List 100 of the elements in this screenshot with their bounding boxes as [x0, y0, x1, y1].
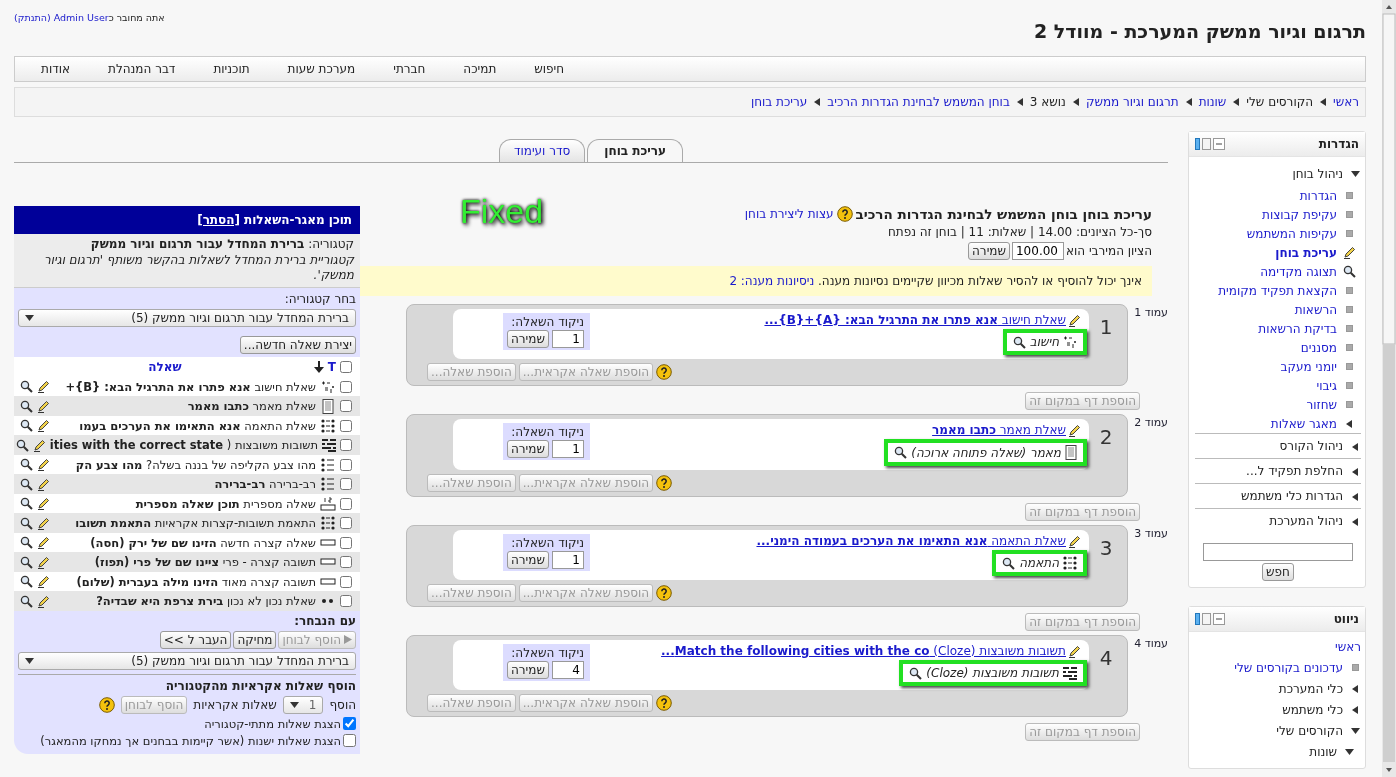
pencil-icon[interactable] — [37, 477, 50, 491]
checkbox[interactable] — [343, 734, 356, 748]
attempts-link[interactable]: ניסיונות מענה: 2 — [729, 274, 815, 288]
logout-link[interactable]: (התנתק) — [14, 12, 51, 23]
scrollbar[interactable] — [1382, 0, 1396, 777]
tree-item[interactable]: עקיפת קבוצות — [1262, 207, 1337, 222]
breadcrumb-link[interactable]: ראשי — [1333, 95, 1359, 109]
preview-icon[interactable] — [20, 458, 33, 472]
menu-item[interactable]: חיפוש — [516, 62, 585, 76]
preview-icon[interactable] — [894, 446, 908, 459]
pencil-icon[interactable] — [37, 399, 50, 413]
tree-item[interactable]: הרשאות — [1294, 302, 1337, 317]
checkbox[interactable] — [340, 419, 352, 432]
delete-button[interactable]: מחיקה — [233, 630, 277, 649]
question-link[interactable]: שאלת מאמר כתבו מאמר — [932, 423, 1066, 437]
move-category-select[interactable]: ברירת המחדל עבור תרגום וגיור ממשק (5) — [18, 651, 356, 670]
new-question-button[interactable]: יצירת שאלה חדשה... — [239, 335, 356, 354]
type-column-link[interactable]: T — [327, 359, 336, 374]
pencil-icon[interactable] — [37, 536, 50, 550]
tree-item[interactable]: ראשי — [1335, 639, 1361, 654]
tree-item[interactable]: ניהול בוחן — [1292, 166, 1343, 181]
pencil-icon[interactable] — [37, 594, 50, 608]
save-button[interactable]: שמירה — [507, 440, 549, 458]
hide-link[interactable]: [הסתר] — [197, 213, 240, 227]
pencil-icon[interactable] — [37, 419, 50, 433]
pencil-icon[interactable] — [37, 497, 50, 511]
tree-item[interactable]: מסננים — [1300, 340, 1337, 355]
tree-item[interactable]: עקיפות המשתמש — [1246, 226, 1337, 241]
menu-item[interactable]: תמיכה — [445, 62, 517, 76]
breadcrumb-link[interactable]: שונות — [1198, 95, 1227, 109]
help-icon[interactable] — [656, 695, 673, 711]
pencil-icon[interactable] — [37, 555, 50, 569]
breadcrumb-link[interactable]: בוחן המשמש לבחינת הגדרות הרכיב — [827, 95, 1010, 109]
count-select[interactable]: 1 — [282, 695, 324, 714]
sort-arrow-icon[interactable] — [313, 360, 324, 373]
checkbox[interactable] — [340, 556, 352, 569]
checkbox[interactable] — [340, 575, 352, 588]
move-button[interactable]: העבר ל >> — [159, 630, 232, 649]
preview-icon[interactable] — [20, 477, 33, 491]
checkbox[interactable] — [340, 595, 352, 608]
block-controls-icon[interactable] — [1195, 138, 1225, 150]
tree-item[interactable]: כלי משתמש — [1282, 702, 1343, 717]
checkbox[interactable] — [340, 400, 352, 413]
tips-link[interactable]: עצות ליצירת בוחן — [744, 207, 834, 221]
preview-icon[interactable] — [20, 380, 33, 394]
tree-item[interactable]: עריכת בוחן — [1275, 245, 1337, 260]
preview-icon[interactable] — [1002, 556, 1016, 570]
checkbox[interactable] — [340, 360, 352, 373]
max-grade-field[interactable]: 100.00 — [1012, 242, 1064, 260]
user-link[interactable]: Admin User — [53, 12, 109, 23]
menu-item[interactable]: דבר המנהלת — [90, 62, 196, 76]
help-icon[interactable] — [836, 206, 853, 222]
preview-icon[interactable] — [20, 594, 33, 608]
tree-item[interactable]: ניהול המערכת — [1269, 514, 1343, 528]
mark-field[interactable]: 1 — [551, 440, 584, 458]
preview-icon[interactable] — [1012, 335, 1026, 349]
preview-icon[interactable] — [20, 555, 33, 569]
tree-item[interactable]: תצוגה מקדימה — [1260, 264, 1337, 279]
tree-item[interactable]: שונות — [1309, 744, 1337, 759]
mark-field[interactable]: 4 — [551, 661, 584, 679]
category-select[interactable]: ברירת המחדל עבור תרגום וגיור ממשק (5) — [18, 308, 356, 327]
tree-item[interactable]: הגדרות — [1299, 188, 1337, 203]
tree-item[interactable]: מאגר שאלות — [1270, 416, 1337, 431]
menu-item[interactable]: תוכניות — [195, 62, 270, 76]
block-controls-icon[interactable] — [1195, 613, 1225, 625]
tree-item[interactable]: עדכונים בקורסים שלי — [1234, 660, 1343, 675]
pencil-icon[interactable] — [37, 516, 50, 530]
search-field[interactable] — [1203, 543, 1353, 561]
tab[interactable]: סדר ועימוד — [498, 139, 586, 162]
tree-item[interactable]: יומני מעקב — [1280, 359, 1337, 374]
checkbox[interactable] — [340, 517, 352, 530]
checkbox[interactable] — [340, 497, 352, 510]
tree-item[interactable]: כלי המערכת — [1278, 681, 1343, 696]
checkbox[interactable] — [340, 380, 352, 393]
preview-icon[interactable] — [909, 666, 923, 680]
pencil-icon[interactable] — [1068, 423, 1081, 437]
help-icon[interactable] — [656, 475, 673, 491]
search-button[interactable]: חפש — [1262, 563, 1294, 581]
pencil-icon[interactable] — [37, 575, 50, 589]
help-icon[interactable] — [656, 585, 673, 601]
menu-item[interactable]: אודות — [23, 62, 90, 76]
checkbox[interactable] — [343, 717, 356, 731]
preview-icon[interactable] — [15, 438, 29, 452]
question-link[interactable]: שאלת התאמה אנא התאימו את הערכים בעמודה הימני... — [756, 534, 1066, 548]
preview-icon[interactable] — [20, 536, 33, 550]
pencil-icon[interactable] — [1068, 313, 1081, 327]
help-icon[interactable] — [656, 364, 673, 380]
preview-icon[interactable] — [20, 419, 33, 433]
checkbox[interactable] — [340, 536, 352, 549]
checkbox[interactable] — [340, 439, 352, 452]
question-column-link[interactable]: שאלה — [20, 359, 310, 374]
preview-icon[interactable] — [1342, 265, 1356, 278]
breadcrumb-link[interactable]: תרגום וגיור ממשק — [1085, 95, 1179, 109]
pencil-icon[interactable] — [32, 438, 46, 452]
help-icon[interactable] — [98, 696, 115, 713]
menu-item[interactable]: מערכת שעות — [269, 62, 376, 76]
save-button[interactable]: שמירה — [507, 551, 549, 569]
preview-icon[interactable] — [20, 575, 33, 589]
preview-icon[interactable] — [20, 497, 33, 511]
menu-item[interactable]: חברתי — [375, 62, 446, 76]
